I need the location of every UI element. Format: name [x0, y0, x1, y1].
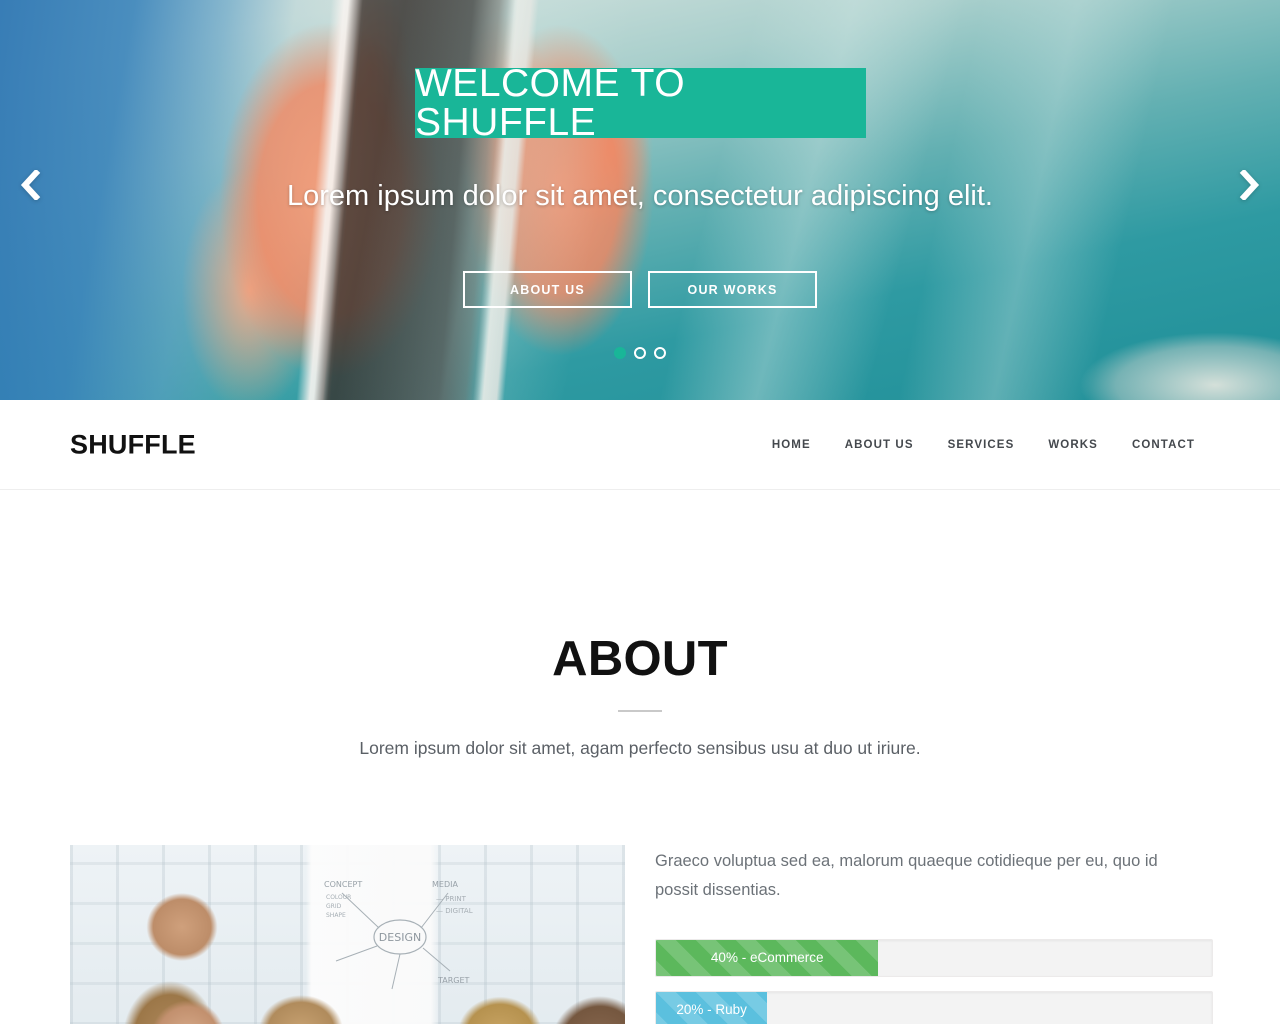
- nav-item-services[interactable]: SERVICES: [948, 439, 1015, 451]
- svg-text:DESIGN: DESIGN: [379, 931, 421, 944]
- about-heading: ABOUT: [552, 632, 728, 686]
- hero-title-band: WELCOME TO SHUFFLE: [415, 64, 866, 142]
- our-works-button[interactable]: OUR WORKS: [648, 271, 817, 308]
- main-navbar: SHUFFLE HOME ABOUT US SERVICES WORKS CON…: [0, 400, 1280, 490]
- nav-item-home[interactable]: HOME: [772, 439, 811, 451]
- nav-item-works[interactable]: WORKS: [1048, 439, 1098, 451]
- nav-menu: HOME ABOUT US SERVICES WORKS CONTACT: [772, 439, 1195, 451]
- svg-text:COLOUR: COLOUR: [326, 894, 351, 901]
- about-us-button[interactable]: ABOUT US: [463, 271, 632, 308]
- skill-bar-fill: 40% - eCommerce: [656, 939, 879, 976]
- whiteboard-mindmap-icon: DESIGN CONCEPT COLOUR GRID SHAPE MEDIA —…: [324, 880, 473, 990]
- skill-bar-fill: 20% - Ruby: [656, 991, 768, 1024]
- carousel-indicators: [0, 347, 1280, 359]
- carousel-dot-1[interactable]: [614, 347, 626, 359]
- about-section: ABOUT Lorem ipsum dolor sit amet, agam p…: [0, 490, 1280, 1024]
- about-header: ABOUT Lorem ipsum dolor sit amet, agam p…: [0, 635, 1280, 759]
- hero-button-group: ABOUT US OUR WORKS: [0, 271, 1280, 308]
- heading-divider: [618, 710, 662, 712]
- svg-text:— PRINT: — PRINT: [436, 895, 467, 903]
- about-paragraph: Graeco voluptua sed ea, malorum quaeque …: [655, 852, 1158, 899]
- chevron-left-icon: [18, 170, 42, 200]
- svg-text:CONCEPT: CONCEPT: [324, 880, 362, 889]
- skill-bars: 40% - eCommerce 20% - Ruby: [655, 938, 1213, 1024]
- svg-text:SHAPE: SHAPE: [326, 912, 346, 919]
- skill-bar-ecommerce: 40% - eCommerce: [655, 938, 1213, 977]
- skill-bar-ruby: 20% - Ruby: [655, 990, 1213, 1024]
- svg-text:MEDIA: MEDIA: [432, 880, 458, 889]
- carousel-prev-button[interactable]: [8, 163, 52, 207]
- about-text-column: Graeco voluptua sed ea, malorum quaeque …: [655, 845, 1213, 1024]
- hero-carousel: WELCOME TO SHUFFLE Lorem ipsum dolor sit…: [0, 0, 1280, 400]
- svg-text:— DIGITAL: — DIGITAL: [436, 907, 473, 915]
- skill-bar-label: 40% - eCommerce: [710, 950, 824, 966]
- hero-subtitle: Lorem ipsum dolor sit amet, consectetur …: [287, 180, 993, 212]
- skill-bar-label: 20% - Ruby: [676, 1002, 747, 1018]
- nav-item-about-us[interactable]: ABOUT US: [845, 439, 914, 451]
- hero-title: WELCOME TO SHUFFLE: [415, 62, 686, 144]
- about-content: DESIGN CONCEPT COLOUR GRID SHAPE MEDIA —…: [0, 845, 1280, 1024]
- svg-text:GRID: GRID: [326, 903, 342, 910]
- chevron-right-icon: [1238, 170, 1262, 200]
- team-meeting-photo: DESIGN CONCEPT COLOUR GRID SHAPE MEDIA —…: [70, 845, 625, 1024]
- svg-text:TARGET: TARGET: [437, 976, 470, 985]
- about-subheading: Lorem ipsum dolor sit amet, agam perfect…: [359, 738, 921, 758]
- carousel-next-button[interactable]: [1228, 163, 1272, 207]
- site-logo[interactable]: SHUFFLE: [70, 429, 196, 460]
- nav-item-contact[interactable]: CONTACT: [1132, 439, 1195, 451]
- carousel-dot-2[interactable]: [634, 347, 646, 359]
- carousel-dot-3[interactable]: [654, 347, 666, 359]
